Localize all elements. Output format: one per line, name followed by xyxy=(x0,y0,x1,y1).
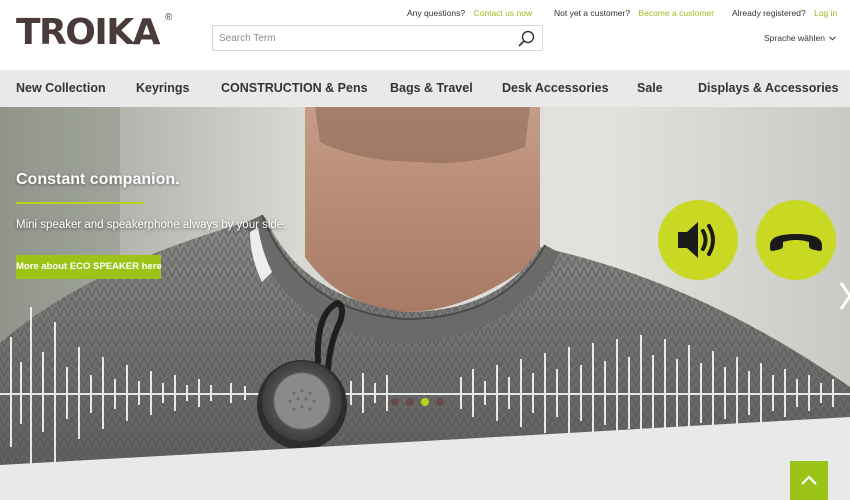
language-selector[interactable]: Sprache wählen xyxy=(764,33,837,43)
nav-item-keyrings[interactable]: Keyrings xyxy=(136,70,190,107)
hero-divider xyxy=(16,202,144,204)
slider-dot-3[interactable] xyxy=(421,398,429,406)
hero-cta-button[interactable]: More about ECO SPEAKER here xyxy=(16,255,162,279)
phone-badge xyxy=(756,200,836,280)
chevron-up-icon xyxy=(801,475,817,485)
registered-text: Already registered? xyxy=(732,8,806,18)
speaker-badge xyxy=(658,200,738,280)
search-box xyxy=(212,25,543,51)
speaker-volume-icon xyxy=(678,222,715,258)
slider-dot-2[interactable] xyxy=(406,398,414,406)
chevron-down-icon xyxy=(829,36,837,41)
register-info: Not yet a customer? Become a customer xyxy=(554,8,714,18)
login-info: Already registered? Log in xyxy=(732,8,837,18)
slider-next-button[interactable] xyxy=(838,279,850,313)
scroll-to-top-button[interactable] xyxy=(790,461,828,500)
become-customer-link[interactable]: Become a customer xyxy=(638,8,714,18)
slider-dot-1[interactable] xyxy=(391,398,399,406)
contact-us-link[interactable]: Contact us now xyxy=(474,8,533,18)
hero-title: Constant companion. xyxy=(16,171,180,188)
hero-image xyxy=(0,107,850,500)
login-link[interactable]: Log in xyxy=(814,8,837,18)
site-header: TROIKA ® Any questions? Contact us now N… xyxy=(0,0,850,70)
nav-item-desk-accessories[interactable]: Desk Accessories xyxy=(502,70,609,107)
registered-mark: ® xyxy=(165,12,173,23)
nav-item-bags-travel[interactable]: Bags & Travel xyxy=(390,70,473,107)
nav-item-displays-accessories[interactable]: Displays & Accessories xyxy=(698,70,839,107)
search-icon[interactable] xyxy=(517,29,537,49)
slider-dot-4[interactable] xyxy=(436,398,444,406)
questions-text: Any questions? xyxy=(407,8,466,18)
language-label: Sprache wählen xyxy=(764,33,825,43)
search-input[interactable] xyxy=(219,29,509,47)
troika-logo[interactable]: TROIKA xyxy=(16,13,161,53)
phone-hangup-icon xyxy=(770,234,822,251)
contact-info: Any questions? Contact us now xyxy=(407,8,532,18)
chevron-right-icon xyxy=(839,282,850,310)
hero-subtitle: Mini speaker and speakerphone always by … xyxy=(16,219,287,231)
hero-banner: Constant companion. Mini speaker and spe… xyxy=(0,107,850,500)
main-navigation: New Collection Keyrings CONSTRUCTION & P… xyxy=(0,70,850,107)
nav-item-new-collection[interactable]: New Collection xyxy=(16,70,106,107)
nav-item-construction-pens[interactable]: CONSTRUCTION & Pens xyxy=(221,70,368,107)
nav-item-sale[interactable]: Sale xyxy=(637,70,663,107)
not-customer-text: Not yet a customer? xyxy=(554,8,631,18)
